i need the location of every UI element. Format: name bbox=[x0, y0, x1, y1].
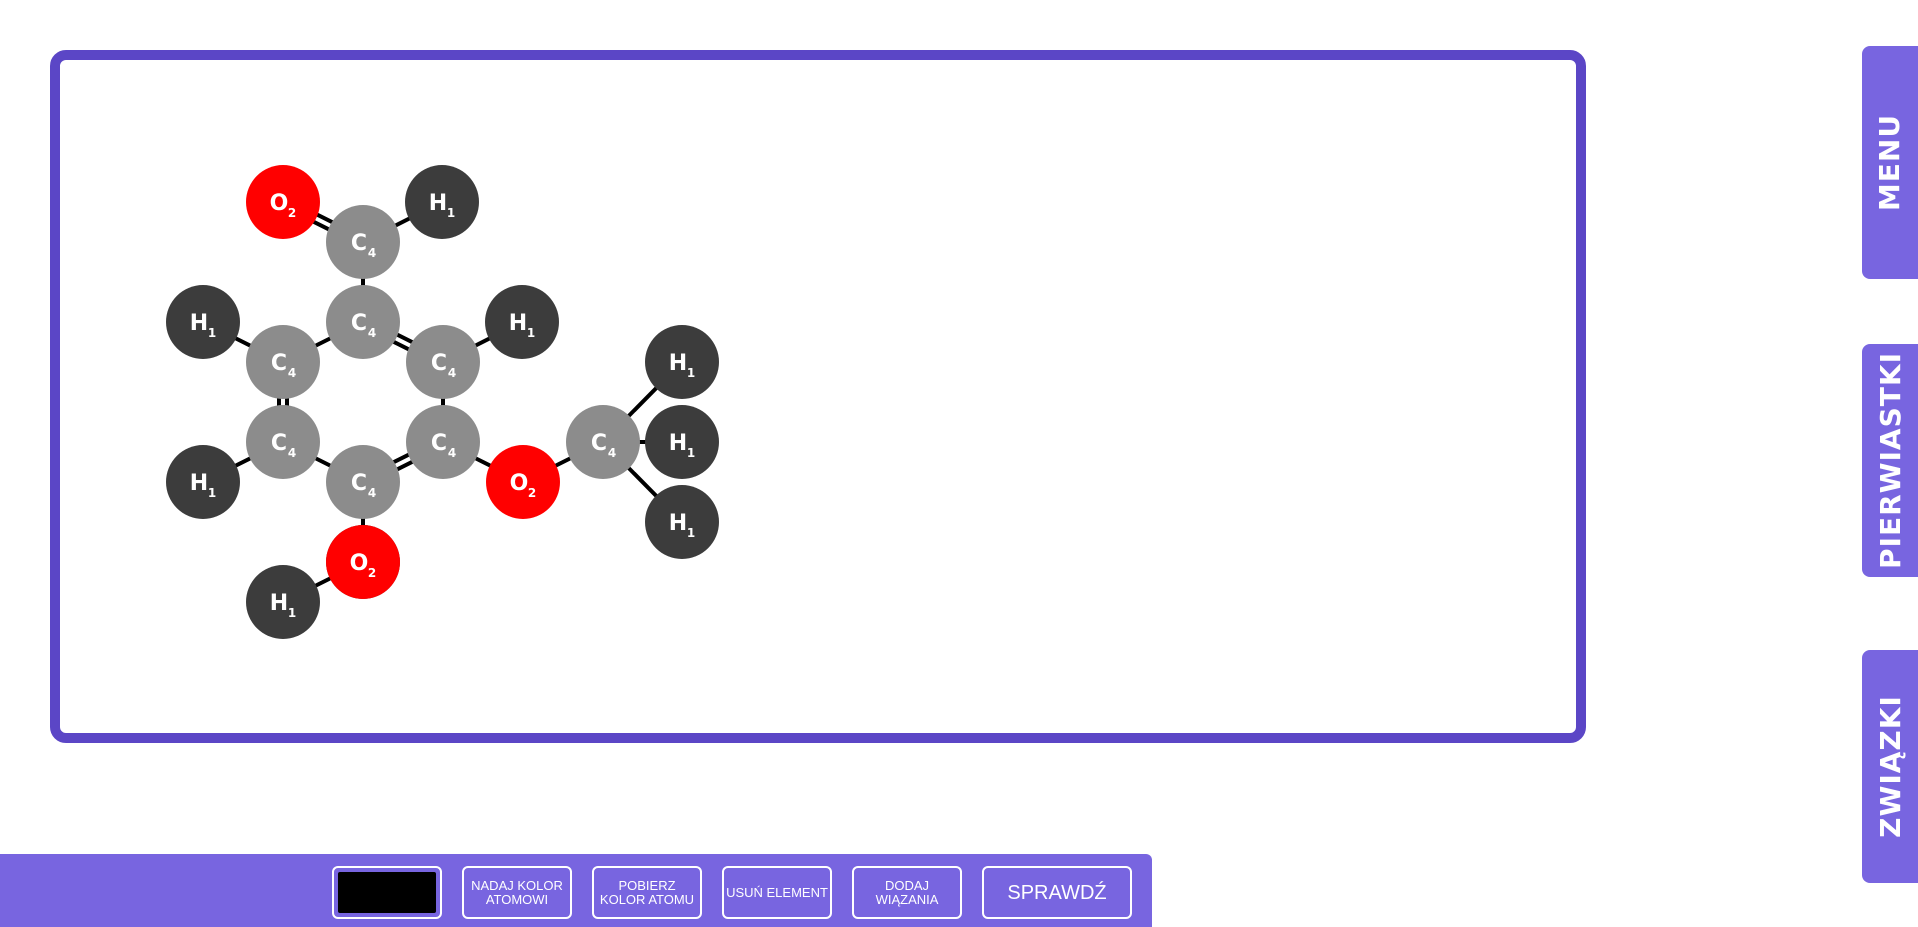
atom-symbol-label: C bbox=[271, 431, 287, 456]
atom-h[interactable]: H1 bbox=[246, 565, 320, 639]
atom-valence-label: 1 bbox=[687, 526, 695, 540]
delete-element-button[interactable]: USUŃ ELEMENT bbox=[722, 866, 832, 919]
compounds-tab[interactable]: ZWIĄZKI bbox=[1862, 650, 1918, 883]
atom-h[interactable]: H1 bbox=[485, 285, 559, 359]
atom-valence-label: 1 bbox=[288, 606, 296, 620]
atom-symbol-label: H bbox=[669, 351, 687, 376]
atom-c[interactable]: C4 bbox=[326, 445, 400, 519]
atom-c[interactable]: C4 bbox=[326, 205, 400, 279]
atom-symbol-label: O bbox=[350, 551, 369, 576]
atom-valence-label: 4 bbox=[608, 446, 616, 460]
check-button[interactable]: SPRAWDŹ bbox=[982, 866, 1132, 919]
atom-valence-label: 1 bbox=[527, 326, 535, 340]
atom-valence-label: 1 bbox=[208, 486, 216, 500]
atom-o[interactable]: O2 bbox=[326, 525, 400, 599]
atom-h[interactable]: H1 bbox=[645, 325, 719, 399]
atom-valence-label: 4 bbox=[368, 246, 376, 260]
atom-symbol-label: C bbox=[431, 431, 447, 456]
elements-tab-label: PIERWIASTKI bbox=[1873, 352, 1907, 569]
atom-valence-label: 1 bbox=[208, 326, 216, 340]
atom-h[interactable]: H1 bbox=[405, 165, 479, 239]
atom-valence-label: 1 bbox=[687, 366, 695, 380]
color-picker[interactable] bbox=[332, 866, 442, 919]
compounds-tab-label: ZWIĄZKI bbox=[1873, 695, 1907, 838]
atom-valence-label: 4 bbox=[368, 486, 376, 500]
menu-tab-label: MENU bbox=[1873, 113, 1907, 212]
selected-color-fill bbox=[338, 872, 436, 913]
atom-h[interactable]: H1 bbox=[166, 285, 240, 359]
atom-symbol-label: C bbox=[351, 471, 367, 496]
atom-symbol-label: H bbox=[190, 311, 208, 336]
atom-symbol-label: H bbox=[509, 311, 527, 336]
atom-symbol-label: H bbox=[669, 511, 687, 536]
atom-h[interactable]: H1 bbox=[645, 405, 719, 479]
atom-valence-label: 2 bbox=[528, 486, 536, 500]
add-bonds-button[interactable]: DODAJ WIĄZANIA bbox=[852, 866, 962, 919]
menu-tab[interactable]: MENU bbox=[1862, 46, 1918, 279]
atom-symbol-label: H bbox=[190, 471, 208, 496]
atom-symbol-label: C bbox=[431, 351, 447, 376]
atom-symbol-label: C bbox=[351, 231, 367, 256]
bond-layer bbox=[202, 196, 684, 604]
atom-valence-label: 4 bbox=[288, 446, 296, 460]
atom-valence-label: 1 bbox=[687, 446, 695, 460]
atom-c[interactable]: C4 bbox=[326, 285, 400, 359]
get-color-button[interactable]: POBIERZ KOLOR ATOMU bbox=[592, 866, 702, 919]
atom-symbol-label: C bbox=[351, 311, 367, 336]
atom-c[interactable]: C4 bbox=[246, 325, 320, 399]
atom-h[interactable]: H1 bbox=[166, 445, 240, 519]
assign-color-button[interactable]: NADAJ KOLOR ATOMOWI bbox=[462, 866, 572, 919]
atom-h[interactable]: H1 bbox=[645, 485, 719, 559]
atom-valence-label: 1 bbox=[447, 206, 455, 220]
atom-valence-label: 2 bbox=[288, 206, 296, 220]
atom-valence-label: 2 bbox=[368, 566, 376, 580]
atom-o[interactable]: O2 bbox=[486, 445, 560, 519]
elements-tab[interactable]: PIERWIASTKI bbox=[1862, 344, 1918, 577]
atom-c[interactable]: C4 bbox=[246, 405, 320, 479]
atom-c[interactable]: C4 bbox=[566, 405, 640, 479]
atom-valence-label: 4 bbox=[448, 366, 456, 380]
atom-symbol-label: H bbox=[669, 431, 687, 456]
atom-symbol-label: O bbox=[270, 191, 289, 216]
atom-valence-label: 4 bbox=[368, 326, 376, 340]
atom-symbol-label: C bbox=[591, 431, 607, 456]
atom-c[interactable]: C4 bbox=[406, 405, 480, 479]
atom-symbol-label: C bbox=[271, 351, 287, 376]
bottom-toolbar: NADAJ KOLOR ATOMOWI POBIERZ KOLOR ATOMU … bbox=[0, 854, 1152, 927]
molecule-drawing[interactable]: O2C4H1C4H1C4C4H1H1C4C4C4H1O2C4H1H1H1O2H1 bbox=[0, 0, 1918, 927]
atom-symbol-label: H bbox=[270, 591, 288, 616]
atom-c[interactable]: C4 bbox=[406, 325, 480, 399]
atom-valence-label: 4 bbox=[288, 366, 296, 380]
atom-symbol-label: H bbox=[429, 191, 447, 216]
atom-symbol-label: O bbox=[510, 471, 529, 496]
atom-valence-label: 4 bbox=[448, 446, 456, 460]
atom-o[interactable]: O2 bbox=[246, 165, 320, 239]
